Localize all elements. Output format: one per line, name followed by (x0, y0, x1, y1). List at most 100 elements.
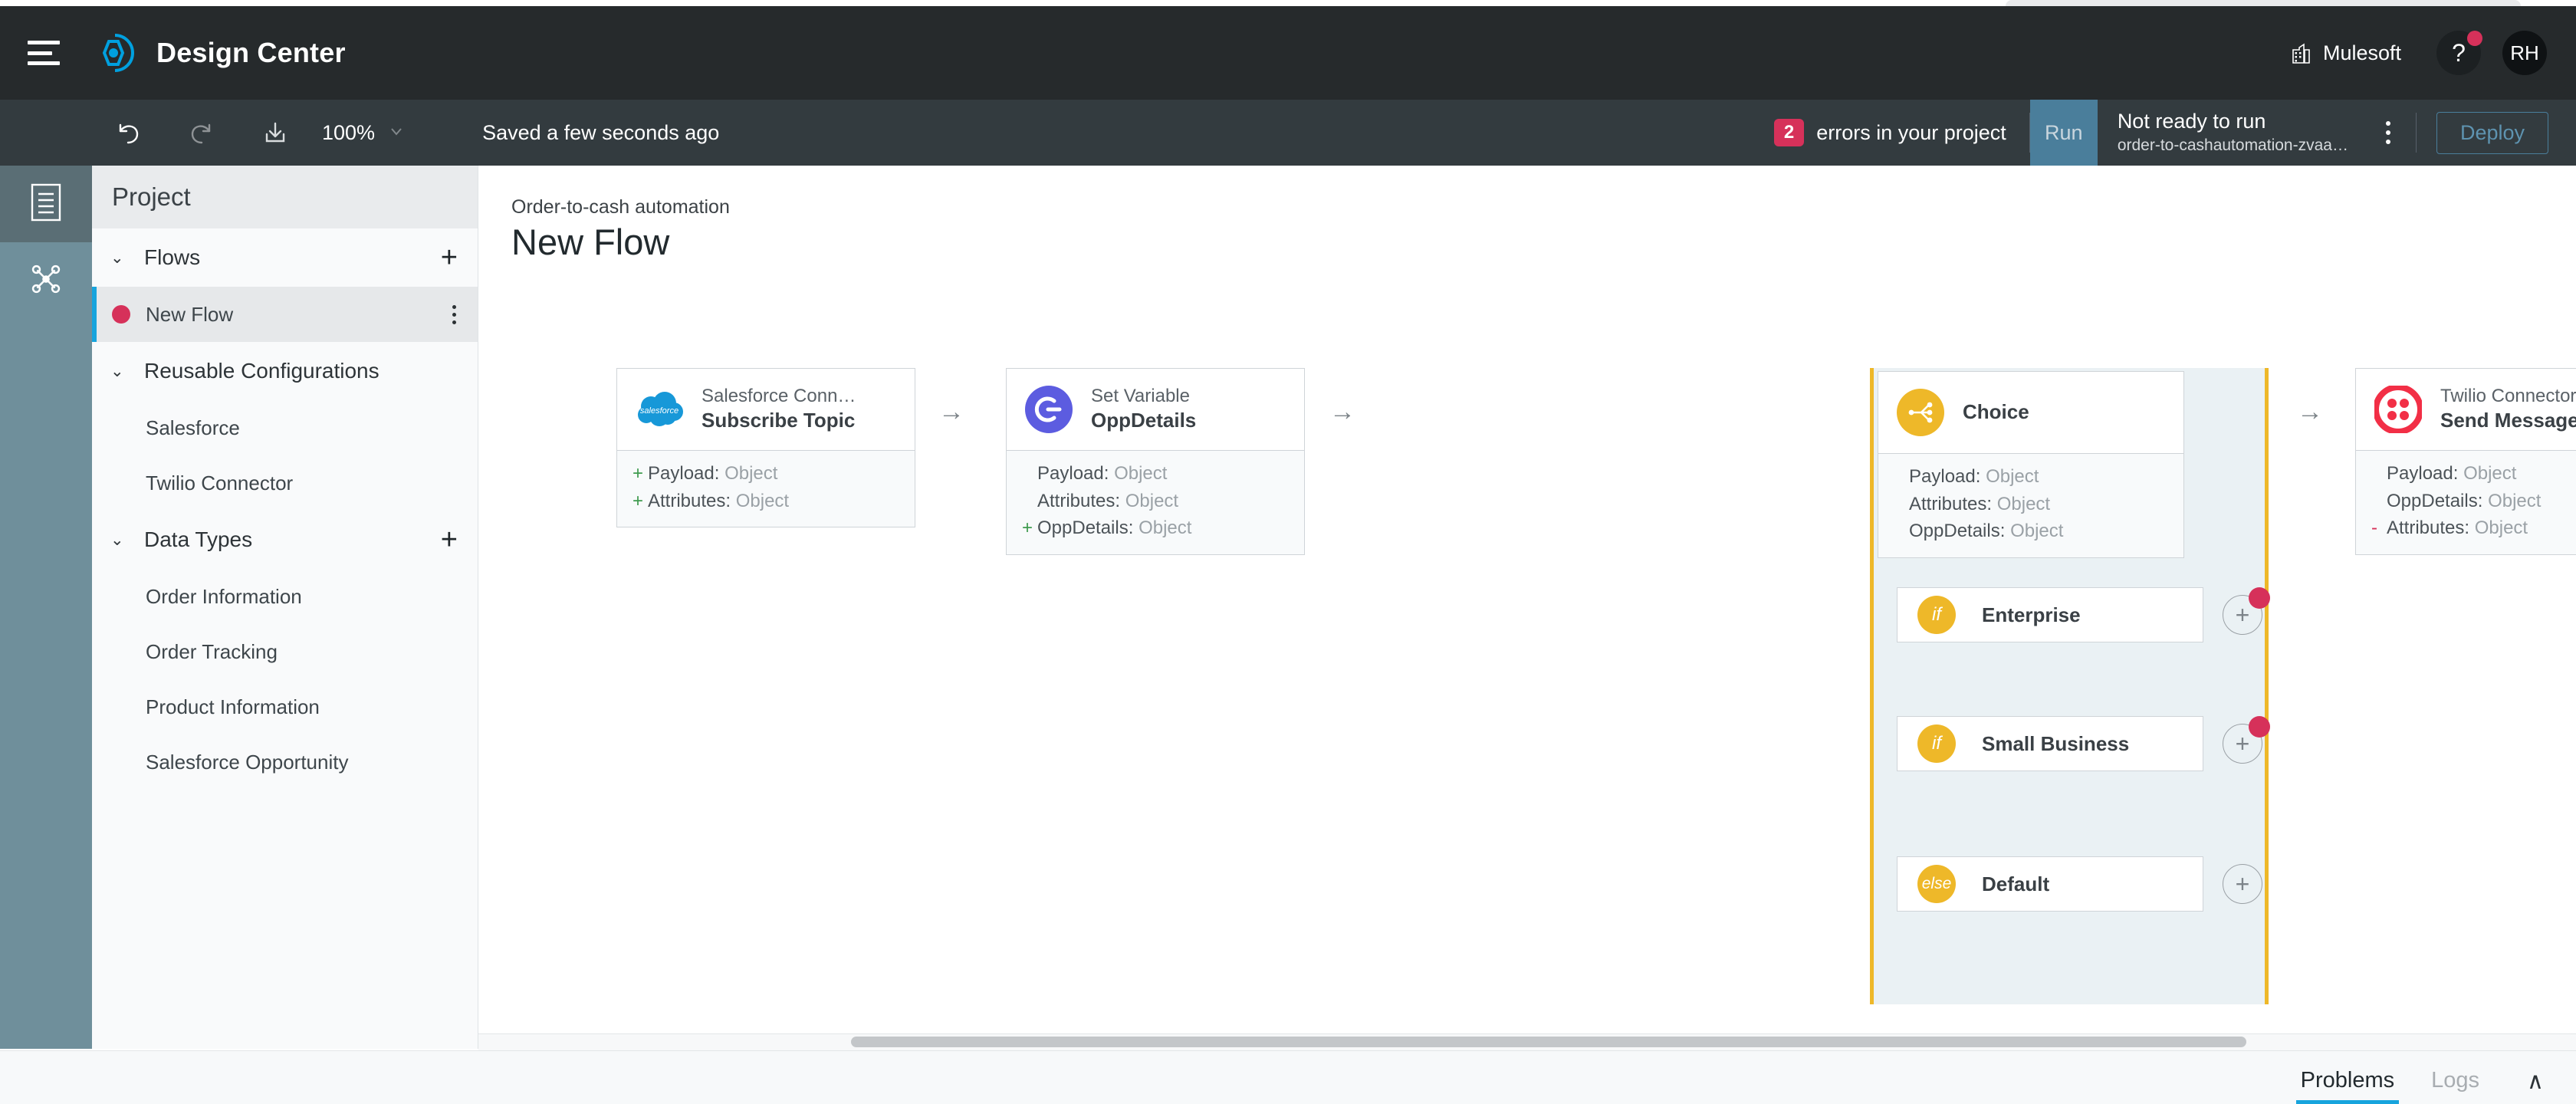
flow-node-set-variable-oppdetails[interactable]: Set Variable OppDetails Payload: Object … (1006, 368, 1305, 555)
node-graph-icon (27, 260, 65, 302)
property-type: Object (2475, 518, 2528, 538)
node-property: OppDetails: Object (2371, 488, 2576, 515)
sidebar-item-label: Salesforce (146, 416, 240, 440)
flow-node-salesforce-subscribe-topic[interactable]: salesforce Salesforce Conn… Subscribe To… (616, 368, 915, 527)
node-property: OppDetails: Object (1894, 518, 2167, 545)
node-property: +Attributes: Object (632, 488, 898, 515)
tab-problems[interactable]: Problems (2296, 1068, 2400, 1104)
else-badge-icon: else (1917, 865, 1956, 903)
add-step-button-small-business[interactable]: + (2223, 724, 2262, 764)
undo-icon[interactable] (107, 112, 149, 153)
sidebar-section-data-types[interactable]: ⌄ Data Types + (92, 511, 478, 569)
collapse-minus-icon[interactable]: - (2371, 514, 2387, 542)
property-key: Attributes (648, 491, 725, 511)
connector-arrow-icon: → (1329, 397, 1355, 427)
sidebar-section-reusable-configurations[interactable]: ⌄ Reusable Configurations (92, 342, 478, 400)
chevron-up-icon[interactable]: ∧ (2527, 1068, 2544, 1104)
sidebar-item-new-flow[interactable]: New Flow (92, 287, 478, 342)
node-properties: Payload: Object Attributes: Object +OppD… (1007, 450, 1304, 554)
property-type: Object (1138, 518, 1191, 538)
more-vertical-icon[interactable] (452, 305, 456, 324)
download-icon[interactable] (255, 112, 296, 153)
property-type: Object (2010, 521, 2063, 541)
choice-container: Choice Payload: Object Attributes: Objec… (1870, 368, 2269, 1004)
bottom-panel-bar: Problems Logs ∧ (0, 1050, 2576, 1104)
editor-toolbar: 100% Saved a few seconds ago 2 errors in… (0, 100, 2576, 166)
sidebar-item-salesforce-opportunity[interactable]: Salesforce Opportunity (92, 734, 478, 790)
node-property: Payload: Object (1894, 463, 2167, 491)
rail-item-project-explorer[interactable] (0, 166, 92, 242)
sidebar-title: Project (92, 166, 478, 228)
svg-text:salesforce: salesforce (640, 406, 678, 416)
project-sidebar: Project ⌄ Flows + New Flow ⌄ Reusable Co… (92, 166, 478, 1049)
hamburger-menu-icon[interactable] (28, 41, 60, 65)
deploy-button[interactable]: Deploy (2436, 112, 2548, 154)
add-step-button-default[interactable]: + (2223, 864, 2262, 904)
help-icon[interactable]: ? (2436, 31, 2481, 75)
node-header: Choice (1878, 372, 2183, 453)
connector-arrow-icon: → (938, 397, 964, 427)
expand-plus-icon[interactable]: + (632, 460, 648, 488)
toolbar-divider-2 (2416, 113, 2417, 153)
avatar[interactable]: RH (2502, 31, 2547, 75)
sidebar-item-label: Salesforce Opportunity (146, 751, 348, 774)
sidebar-item-salesforce[interactable]: Salesforce (92, 400, 478, 455)
help-glyph: ? (2452, 39, 2466, 67)
node-property: Attributes: Object (1022, 488, 1287, 515)
flow-branch-enterprise[interactable]: if Enterprise (1897, 587, 2203, 642)
zoom-selector[interactable]: 100% (322, 121, 406, 145)
flow-branch-default[interactable]: else Default (1897, 856, 2203, 912)
property-type: Object (2488, 491, 2541, 511)
sidebar-item-order-tracking[interactable]: Order Tracking (92, 624, 478, 679)
add-data-type-button[interactable]: + (441, 525, 458, 554)
property-key: Payload (1037, 463, 1104, 484)
node-subtitle: Twilio Connector (2440, 385, 2576, 408)
more-vertical-icon[interactable] (2371, 110, 2405, 156)
property-type: Object (1997, 494, 2050, 514)
flow-branch-small-business[interactable]: if Small Business (1897, 716, 2203, 771)
expand-plus-icon[interactable]: + (1022, 514, 1037, 542)
org-switcher[interactable]: Mulesoft (2291, 41, 2401, 65)
node-title-group: Choice (1963, 399, 2029, 426)
top-header-bar: Design Center Mulesoft ? (0, 6, 2576, 100)
node-properties: Payload: Object OppDetails: Object -Attr… (2356, 450, 2576, 554)
run-status-title: Not ready to run (2118, 110, 2348, 133)
breadcrumb[interactable]: Order-to-cash automation (511, 196, 730, 219)
rail-item-flow-graph[interactable] (0, 242, 92, 319)
node-subtitle: Salesforce Conn… (702, 385, 856, 408)
expand-plus-icon[interactable]: + (632, 488, 648, 515)
node-title-group: Twilio Connector Send Message (2440, 385, 2576, 434)
sidebar-item-label: Twilio Connector (146, 472, 293, 495)
branch-label: Enterprise (1982, 603, 2081, 627)
flow-canvas: Order-to-cash automation New Flow salesf… (478, 166, 2576, 1049)
save-status: Saved a few seconds ago (482, 121, 719, 145)
sidebar-item-product-information[interactable]: Product Information (92, 679, 478, 734)
node-property: -Attributes: Object (2371, 514, 2576, 542)
chevron-down-icon (387, 122, 406, 144)
add-step-button-enterprise[interactable]: + (2223, 595, 2262, 635)
sidebar-section-flows[interactable]: ⌄ Flows + (92, 228, 478, 287)
property-key: OppDetails (1037, 518, 1129, 538)
flow-node-twilio-send-message[interactable]: Twilio Connector Send Message Payload: O… (2355, 368, 2576, 555)
sidebar-item-twilio-connector[interactable]: Twilio Connector (92, 455, 478, 511)
run-button[interactable]: Run (2030, 100, 2098, 166)
node-property: Payload: Object (2371, 460, 2576, 488)
property-type: Object (2463, 463, 2516, 484)
flow-node-choice[interactable]: Choice Payload: Object Attributes: Objec… (1878, 371, 2184, 558)
project-errors-indicator[interactable]: 2 errors in your project (1774, 119, 2029, 146)
sidebar-item-order-information[interactable]: Order Information (92, 569, 478, 624)
redo-icon[interactable] (181, 112, 222, 153)
tab-logs[interactable]: Logs (2426, 1068, 2484, 1104)
node-title-group: Set Variable OppDetails (1091, 385, 1196, 434)
horizontal-scrollbar-thumb[interactable] (851, 1037, 2246, 1047)
plus-glyph: + (2236, 601, 2250, 629)
sidebar-item-label: Order Tracking (146, 640, 278, 664)
chevron-down-icon: ⌄ (110, 531, 129, 550)
property-type: Object (1114, 463, 1167, 484)
add-flow-button[interactable]: + (441, 243, 458, 272)
property-key: OppDetails (1909, 521, 2000, 541)
sidebar-item-label: Order Information (146, 585, 302, 609)
node-title-group: Salesforce Conn… Subscribe Topic (702, 385, 856, 434)
error-dot (2249, 587, 2270, 609)
connector-arrow-icon: → (2297, 397, 2323, 427)
